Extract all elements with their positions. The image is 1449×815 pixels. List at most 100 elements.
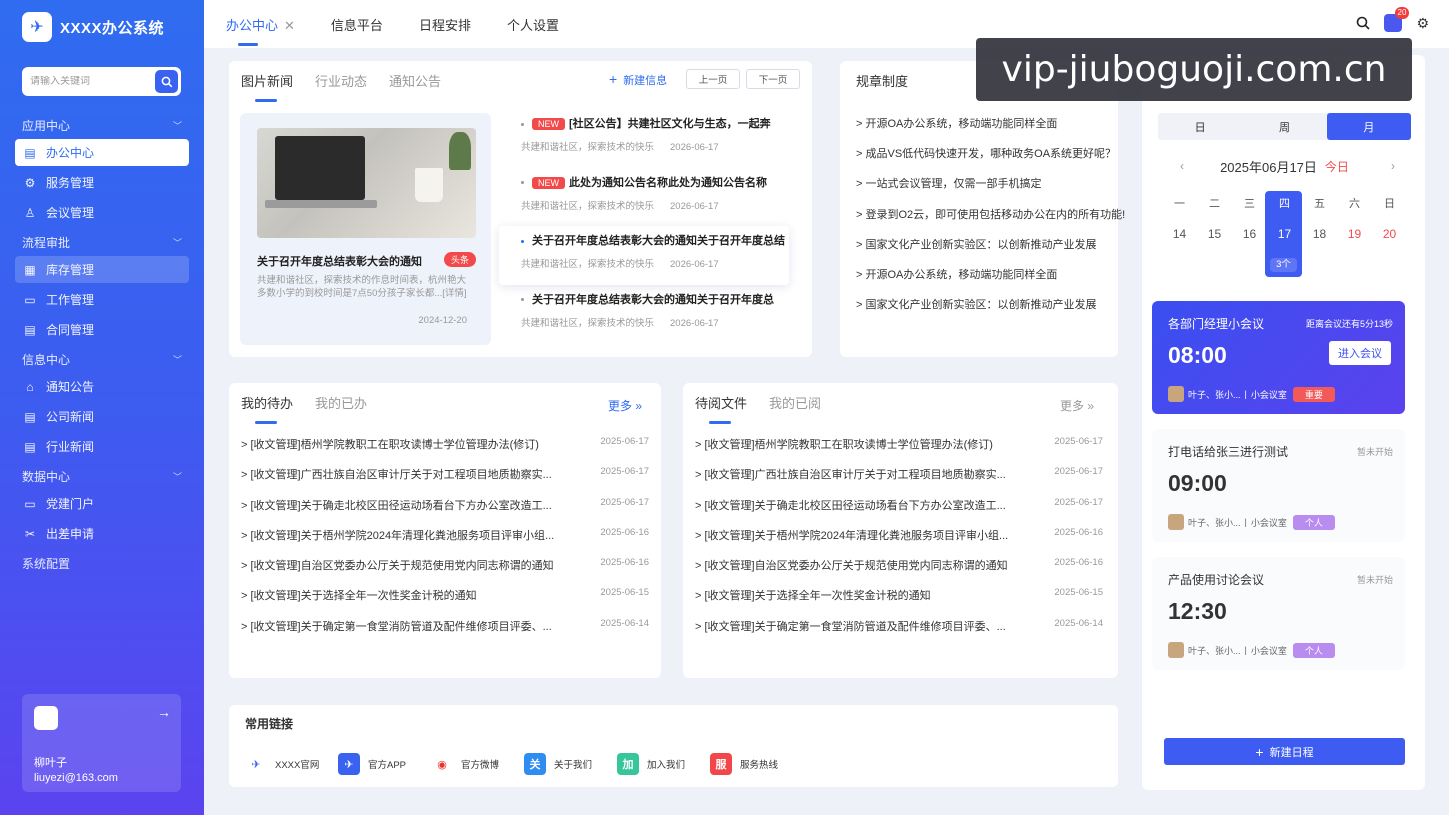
calendar-day-today[interactable]: 17 [1267,227,1302,241]
table-row[interactable]: > [收文管理]梧州学院教职工在职攻读博士学位管理办法(修订) 2025-06-1… [241,436,649,466]
mug-image [415,168,443,202]
table-row[interactable]: > [收文管理]自治区党委办公厅关于规范使用党内同志称谓的通知 2025-06-1… [241,557,649,587]
table-row[interactable]: > [收文管理]关于确走北校区田径运动场看台下方办公室改造工... 2025-06… [241,497,649,527]
list-item[interactable]: > 国家文化产业创新实验区：以创新推动产业发展 [856,296,1125,326]
list-item[interactable]: > 开源OA办公系统，移动端功能同样全面 [856,115,1125,145]
nav-group-info[interactable]: 信息中心 ﹀ [0,346,204,373]
sidebar-item-notice[interactable]: ⌂ 通知公告 [15,373,189,400]
row-title: > [收文管理]自治区党委办公厅关于规范使用党内同志称谓的通知 [241,560,554,572]
close-icon[interactable]: ✕ [284,18,295,33]
sidebar-item-company-news[interactable]: ▤ 公司新闻 [15,403,189,430]
search-icon[interactable] [1356,16,1371,30]
more-link[interactable]: 更多 » [608,397,642,414]
nav-group-workflow[interactable]: 流程审批 ﹀ [0,229,204,256]
table-row[interactable]: > [收文管理]自治区党委办公厅关于规范使用党内同志称谓的通知 2025-06-1… [695,557,1103,587]
link-app[interactable]: ✈ 官方APP [338,753,431,775]
arrow-right-icon[interactable]: → [157,704,171,720]
today-link[interactable]: 今日 [1325,158,1349,175]
link-join[interactable]: 加加入我们 [617,753,710,775]
meeting-time: 09:00 [1168,470,1227,496]
tab-notice[interactable]: 通知公告 [389,71,441,90]
sidebar-item-system[interactable]: 系统配置 [0,550,204,577]
featured-news[interactable]: 关于召开年度总结表彰大会的通知 头条 共建和谐社区，探索技术的作息时间表，杭州艳… [240,113,491,345]
sidebar-item-work[interactable]: ▭ 工作管理 [15,286,189,313]
meeting-card[interactable]: 产品使用讨论会议 暂未开始 12:30 叶子、张小... | 小会议室 个人 [1152,557,1405,670]
tab-settings[interactable]: 个人设置 [507,15,573,34]
table-row[interactable]: > [收文管理]关于梧州学院2024年清理化粪池服务项目评审小组... 2025-… [241,527,649,557]
sidebar-item-inventory[interactable]: ▦ 库存管理 [15,256,189,283]
list-item[interactable]: > 国家文化产业创新实验区：以创新推动产业发展 [856,236,1125,266]
view-day[interactable]: 日 [1158,113,1242,140]
tab-office[interactable]: 办公中心 ✕ [226,15,309,46]
user-card[interactable]: ☺ → 柳叶子 liuyezi@163.com [22,694,181,792]
sidebar-item-service[interactable]: ⚙ 服务管理 [15,169,189,196]
list-item[interactable]: > 成品VS低代码快速开发，哪种政务OA系统更好呢？ [856,145,1125,175]
sidebar-item-contract[interactable]: ▤ 合同管理 [15,316,189,343]
table-row[interactable]: > [收文管理]关于选择全年一次性奖金计税的通知 2025-06-15 [241,587,649,617]
sidebar-item-party[interactable]: ▭ 党建门户 [15,490,189,517]
table-row[interactable]: > [收文管理]广西壮族自治区审计厅关于对工程项目地质勘察实... 2025-06… [241,466,649,496]
calendar-day[interactable]: 14 [1162,227,1197,241]
tab-industry[interactable]: 行业动态 [315,71,367,90]
tab-my-todo[interactable]: 我的待办 [241,393,293,424]
tab-info-platform[interactable]: 信息平台 [331,15,397,34]
tab-schedule[interactable]: 日程安排 [419,15,485,34]
list-item[interactable]: > 一站式会议管理，仅需一部手机搞定 [856,175,1125,205]
list-item[interactable]: > 开源OA办公系统，移动端功能同样全面 [856,266,1125,296]
chevron-right-icon[interactable]: › [1391,159,1395,173]
list-item[interactable]: > 登录到O2云，即可使用包括移动办公在内的所有功能! [856,206,1125,236]
calendar-day[interactable]: 19 [1337,227,1372,241]
table-row[interactable]: > [收文管理]梧州学院教职工在职攻读博士学位管理办法(修订) 2025-06-1… [695,436,1103,466]
row-title: > [收文管理]关于确定第一食堂消防管道及配件维修项目评委、... [695,621,1006,633]
link-label: 官方微博 [461,760,500,771]
search-input[interactable] [30,76,150,87]
top-icons: 20 ⚙ [1356,7,1429,32]
settings-icon[interactable]: ⚙ [1416,15,1429,32]
table-row[interactable]: > [收文管理]关于选择全年一次性奖金计税的通知 2025-06-15 [695,587,1103,617]
link-weibo[interactable]: ◉ 官方微博 [431,753,524,775]
link-website[interactable]: ✈ XXXX官网 [245,753,338,775]
app-logo[interactable]: ✈ XXXX办公系统 [22,12,164,42]
sidebar-item-office[interactable]: ▤ 办公中心 [15,139,189,166]
list-item[interactable]: NEW 此处为通知公告名称此处为通知公告名称 共建和谐社区，探索技术的快乐 2026… [509,168,799,227]
tab-my-done[interactable]: 我的已办 [315,393,367,412]
table-row[interactable]: > [收文管理]关于确走北校区田径运动场看台下方办公室改造工... 2025-06… [695,497,1103,527]
table-row[interactable]: > [收文管理]广西壮族自治区审计厅关于对工程项目地质勘察实... 2025-06… [695,466,1103,496]
join-meeting-button[interactable]: 进入会议 [1329,341,1391,365]
new-info-button[interactable]: + 新建信息 [609,71,667,88]
nav-group-data[interactable]: 数据中心 ﹀ [0,463,204,490]
sidebar-item-travel[interactable]: ✂ 出差申请 [15,520,189,547]
list-item[interactable]: NEW [社区公告】共建社区文化与生态，一起奔 共建和谐社区，探索技术的快乐 202… [509,109,799,168]
message-icon[interactable]: 20 [1384,7,1410,32]
plus-icon: + [1255,743,1264,760]
link-about[interactable]: 关关于我们 [524,753,617,775]
new-schedule-button[interactable]: + 新建日程 [1164,738,1405,765]
calendar-day[interactable]: 16 [1232,227,1267,241]
link-hotline[interactable]: 服服务热线 [710,753,803,775]
table-row[interactable]: > [收文管理]关于确定第一食堂消防管道及配件维修项目评委、... 2025-06… [241,618,649,648]
news-source: 共建和谐社区，探索技术的快乐 [521,200,655,212]
view-month[interactable]: 月 [1326,113,1411,140]
list-item[interactable]: 关于召开年度总结表彰大会的通知关于召开年度总结 共建和谐社区，探索技术的快乐 20… [499,226,789,285]
calendar-day[interactable]: 15 [1197,227,1232,241]
table-row[interactable]: > [收文管理]关于确定第一食堂消防管道及配件维修项目评委、... 2025-06… [695,618,1103,648]
next-page-button[interactable]: 下一页 [746,69,800,89]
more-link[interactable]: 更多 » [1060,397,1094,414]
prev-page-button[interactable]: 上一页 [686,69,740,89]
meeting-card[interactable]: 各部门经理小会议 距离会议还有5分13秒 08:00 进入会议 叶子、张小...… [1152,301,1405,414]
table-row[interactable]: > [收文管理]关于梧州学院2024年清理化粪池服务项目评审小组... 2025-… [695,527,1103,557]
tab-to-read[interactable]: 待阅文件 [695,393,747,424]
sidebar-item-industry-news[interactable]: ▤ 行业新闻 [15,433,189,460]
calendar-day[interactable]: 18 [1302,227,1337,241]
nav-group-apps[interactable]: 应用中心 ﹀ [0,112,204,139]
tab-read[interactable]: 我的已阅 [769,393,821,412]
meeting-card[interactable]: 打电话给张三进行测试 暂未开始 09:00 叶子、张小... | 小会议室 个人 [1152,429,1405,542]
user-email: liuyezi@163.com [34,772,118,784]
sidebar-item-meeting[interactable]: ♙ 会议管理 [15,199,189,226]
tab-photo-news[interactable]: 图片新闻 [241,71,293,102]
search-button[interactable] [155,70,178,93]
calendar-day[interactable]: 20 [1372,227,1407,241]
list-item[interactable]: 关于召开年度总结表彰大会的通知关于召开年度总 共建和谐社区，探索技术的快乐 202… [509,285,799,344]
view-week[interactable]: 周 [1242,113,1326,140]
meeting-tag: 个人 [1292,514,1335,530]
